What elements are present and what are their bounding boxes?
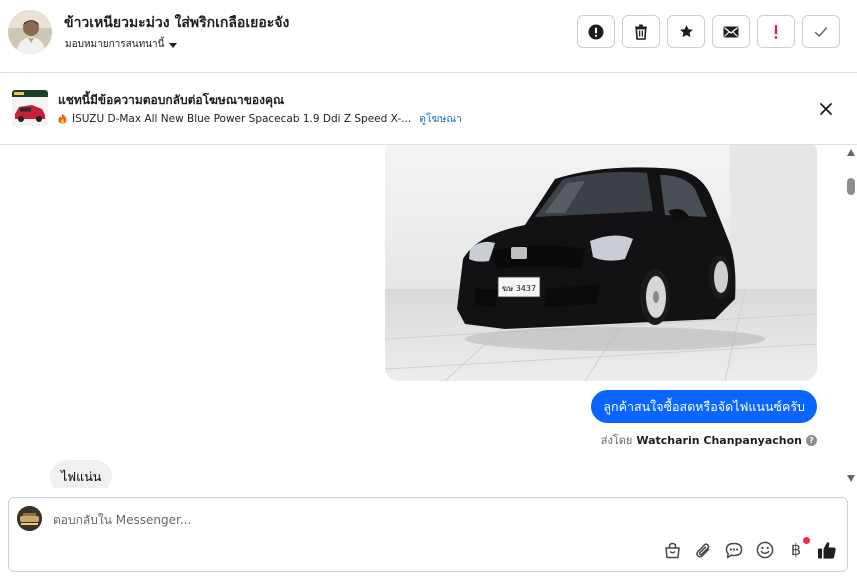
notification-dot: [803, 537, 810, 544]
car-photo-attachment[interactable]: ฆษ 3437: [385, 145, 817, 381]
thumbs-up-icon: [818, 542, 836, 559]
paperclip-icon: [695, 542, 709, 558]
smiley-icon: [756, 541, 774, 559]
chat-bubble-icon: [725, 542, 743, 558]
follow-up-button[interactable]: [757, 15, 795, 48]
star-button[interactable]: [667, 15, 705, 48]
sender-name: Watcharin Chanpanyachon: [636, 433, 802, 447]
check-icon: [814, 26, 828, 37]
message-thread[interactable]: ฆษ 3437 ลูกค้าสนใจซื้อสดหรือจัดไฟแนนซ์คร…: [0, 145, 845, 488]
saved-replies-button[interactable]: [724, 540, 744, 560]
contact-avatar[interactable]: [8, 10, 52, 54]
shopping-bag-icon: [664, 542, 680, 558]
mark-done-button[interactable]: [802, 15, 840, 48]
scroll-up-arrow-icon[interactable]: [847, 149, 855, 156]
assign-conversation-dropdown[interactable]: มอบหมายการสนทนานี้: [65, 37, 178, 52]
like-button[interactable]: [817, 540, 837, 560]
emoji-button[interactable]: [755, 540, 775, 560]
incoming-message-bubble[interactable]: ไฟแน่น: [50, 460, 113, 488]
thread-scrollbar[interactable]: [845, 145, 857, 488]
mark-unread-button[interactable]: [712, 15, 750, 48]
scroll-down-arrow-icon[interactable]: [847, 475, 855, 482]
ad-banner-title: แชทนี้มีข้อความตอบกลับต่อโฆษณาของคุณ: [58, 93, 285, 107]
composer-tools: ฿: [662, 537, 837, 560]
red-exclamation-icon: [774, 24, 778, 39]
report-button[interactable]: [577, 15, 615, 48]
reply-composer: ฿: [8, 497, 848, 572]
star-icon: [679, 25, 693, 38]
close-icon: [820, 103, 832, 115]
view-ad-link[interactable]: ดูโฆษณา: [419, 110, 462, 127]
ad-reply-banner: แชทนี้มีข้อความตอบกลับต่อโฆษณาของคุณ ISU…: [0, 73, 857, 145]
close-banner-button[interactable]: [816, 99, 836, 119]
outgoing-message-bubble[interactable]: ลูกค้าสนใจซื้อสดหรือจัดไฟแนนซ์ครับ: [591, 390, 817, 423]
payment-button[interactable]: ฿: [786, 537, 810, 560]
caret-down-icon: [169, 42, 178, 48]
sent-by-info: ส่งโดย Watcharin Chanpanyachon ?: [601, 431, 817, 449]
trash-icon: [635, 24, 647, 40]
scrollbar-thumb[interactable]: [847, 178, 855, 195]
ad-text: ISUZU D-Max All New Blue Power Spacecab …: [72, 112, 412, 125]
reply-input[interactable]: [53, 510, 753, 530]
assign-label: มอบหมายการสนทนานี้: [65, 39, 165, 50]
ad-thumbnail[interactable]: [12, 90, 48, 126]
page-avatar: [17, 506, 42, 531]
baht-icon: ฿: [790, 540, 802, 559]
help-icon[interactable]: ?: [806, 434, 817, 446]
shop-button[interactable]: [662, 540, 682, 560]
header-actions: [577, 15, 840, 48]
ad-banner-subtitle: ISUZU D-Max All New Blue Power Spacecab …: [58, 110, 462, 127]
envelope-icon: [723, 26, 739, 37]
delete-button[interactable]: [622, 15, 660, 48]
attach-file-button[interactable]: [693, 540, 713, 560]
license-plate-text: ฆษ 3437: [502, 284, 536, 293]
conversation-header: ข้าวเหนียวมะม่วง ใส่พริกเกลือเยอะจัง มอบ…: [0, 0, 857, 73]
sent-by-prefix: ส่งโดย: [600, 434, 633, 447]
fire-icon: [58, 113, 67, 124]
exclamation-circle-icon: [588, 24, 604, 39]
contact-name: ข้าวเหนียวมะม่วง ใส่พริกเกลือเยอะจัง: [64, 15, 290, 31]
